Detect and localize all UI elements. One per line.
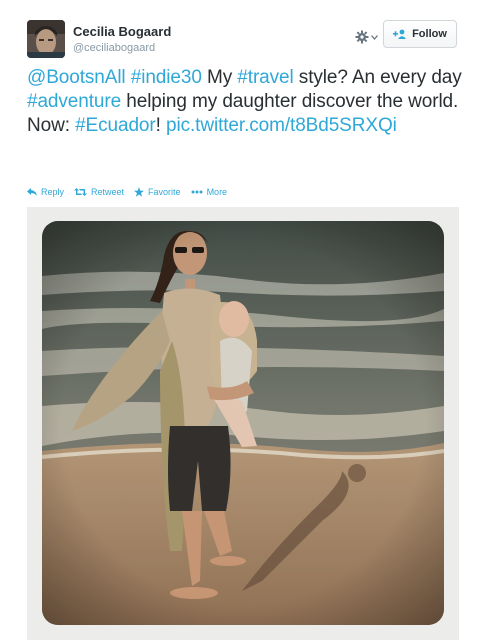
media-link[interactable]: pic.twitter.com/t8Bd5SRXQi	[166, 115, 397, 136]
avatar[interactable]	[27, 20, 65, 58]
favorite-action[interactable]: Favorite	[134, 187, 181, 197]
mention-link[interactable]: @BootsnAll	[27, 67, 126, 88]
reply-action[interactable]: Reply	[27, 187, 64, 197]
follow-button[interactable]: Follow	[383, 20, 457, 48]
hashtag-link[interactable]: #travel	[237, 67, 293, 88]
hashtag-link[interactable]: #Ecuador	[75, 115, 156, 136]
tweet-actions: Reply Retweet Favorite More	[27, 185, 237, 199]
user-actions-dropdown[interactable]	[355, 28, 381, 46]
more-label: More	[206, 187, 228, 197]
tweet-text-segment: style? An every day	[293, 67, 462, 88]
more-action[interactable]: More	[191, 187, 228, 197]
retweet-icon	[74, 188, 88, 196]
tweet-photo[interactable]	[42, 221, 444, 625]
tweet-header: Cecilia Bogaard @ceciliabogaard Follow	[27, 20, 467, 60]
retweet-action[interactable]: Retweet	[74, 187, 124, 197]
follow-button-label: Follow	[412, 28, 447, 40]
hashtag-link[interactable]: #adventure	[27, 91, 121, 112]
tweet-text-segment: !	[155, 115, 166, 136]
reply-icon	[27, 188, 37, 196]
media-frame	[27, 207, 459, 640]
tweet-text-segment: My	[201, 67, 238, 88]
retweet-label: Retweet	[91, 187, 125, 197]
hashtag-link[interactable]: #indie30	[131, 67, 202, 88]
chevron-down-icon	[371, 34, 378, 40]
gear-icon	[355, 30, 369, 44]
reply-label: Reply	[41, 187, 65, 197]
more-icon	[191, 190, 203, 194]
user-handle[interactable]: @ceciliabogaard	[73, 42, 155, 54]
user-name[interactable]: Cecilia Bogaard	[73, 24, 171, 39]
add-user-icon	[393, 29, 407, 39]
favorite-label: Favorite	[148, 187, 181, 197]
tweet-text: @BootsnAll #indie30 My #travel style? An…	[27, 66, 467, 138]
star-icon	[134, 187, 145, 197]
